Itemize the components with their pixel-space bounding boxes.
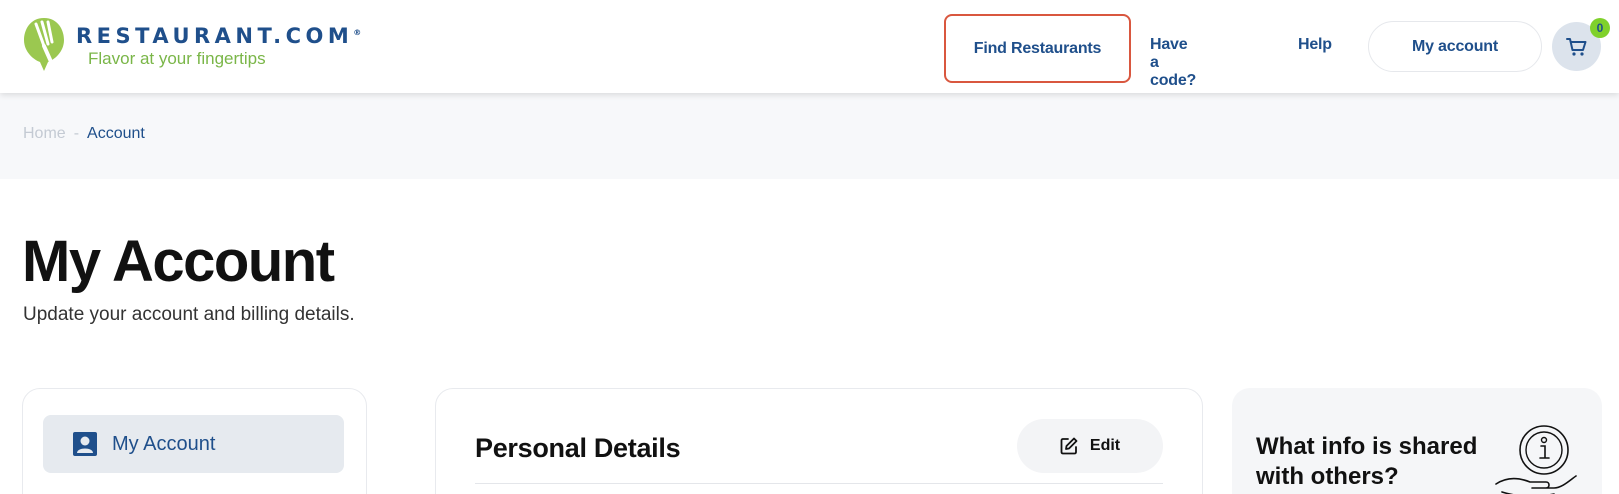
- edit-icon: [1060, 437, 1078, 455]
- cart-count-badge: 0: [1590, 18, 1610, 38]
- breadcrumb-home-link[interactable]: Home: [23, 125, 66, 143]
- restaurant-com-logo[interactable]: RESTAURANT.COM® Flavor at your fingertip…: [22, 14, 361, 76]
- cart-icon: [1565, 37, 1586, 56]
- shared-info-card: What info is shared with others?: [1232, 388, 1602, 494]
- edit-button-label: Edit: [1089, 437, 1121, 454]
- have-a-code-link[interactable]: Have a code?: [1150, 36, 1196, 90]
- sidebar-item-my-account[interactable]: My Account: [43, 415, 344, 473]
- breadcrumb-current: Account: [87, 125, 145, 142]
- personal-details-title: Personal Details: [475, 433, 681, 463]
- divider: [475, 483, 1163, 484]
- brand-name: RESTAURANT.COM®: [76, 24, 362, 48]
- breadcrumb-bar: Home - Account: [0, 93, 1619, 179]
- site-header: RESTAURANT.COM® Flavor at your fingertip…: [0, 0, 1619, 93]
- shared-info-title: What info is shared with others?: [1256, 433, 1478, 490]
- personal-details-card: Personal Details Edit: [435, 388, 1203, 494]
- info-hand-icon: [1495, 425, 1577, 494]
- sidebar-item-label: My Account: [112, 432, 216, 455]
- page-title: My Account: [22, 229, 335, 294]
- account-sidebar: My Account: [22, 388, 367, 494]
- brand-tagline: Flavor at your fingertips: [88, 49, 266, 68]
- fork-leaf-icon: [24, 18, 64, 71]
- help-link[interactable]: Help: [1298, 36, 1332, 54]
- find-restaurants-link[interactable]: Find Restaurants: [944, 14, 1131, 83]
- breadcrumb: Home - Account: [23, 125, 145, 143]
- my-account-button[interactable]: My account: [1368, 21, 1542, 72]
- breadcrumb-separator: -: [73, 125, 80, 142]
- page-subtitle: Update your account and billing details.: [23, 304, 355, 325]
- edit-button[interactable]: Edit: [1017, 419, 1163, 473]
- user-id-icon: [73, 432, 97, 456]
